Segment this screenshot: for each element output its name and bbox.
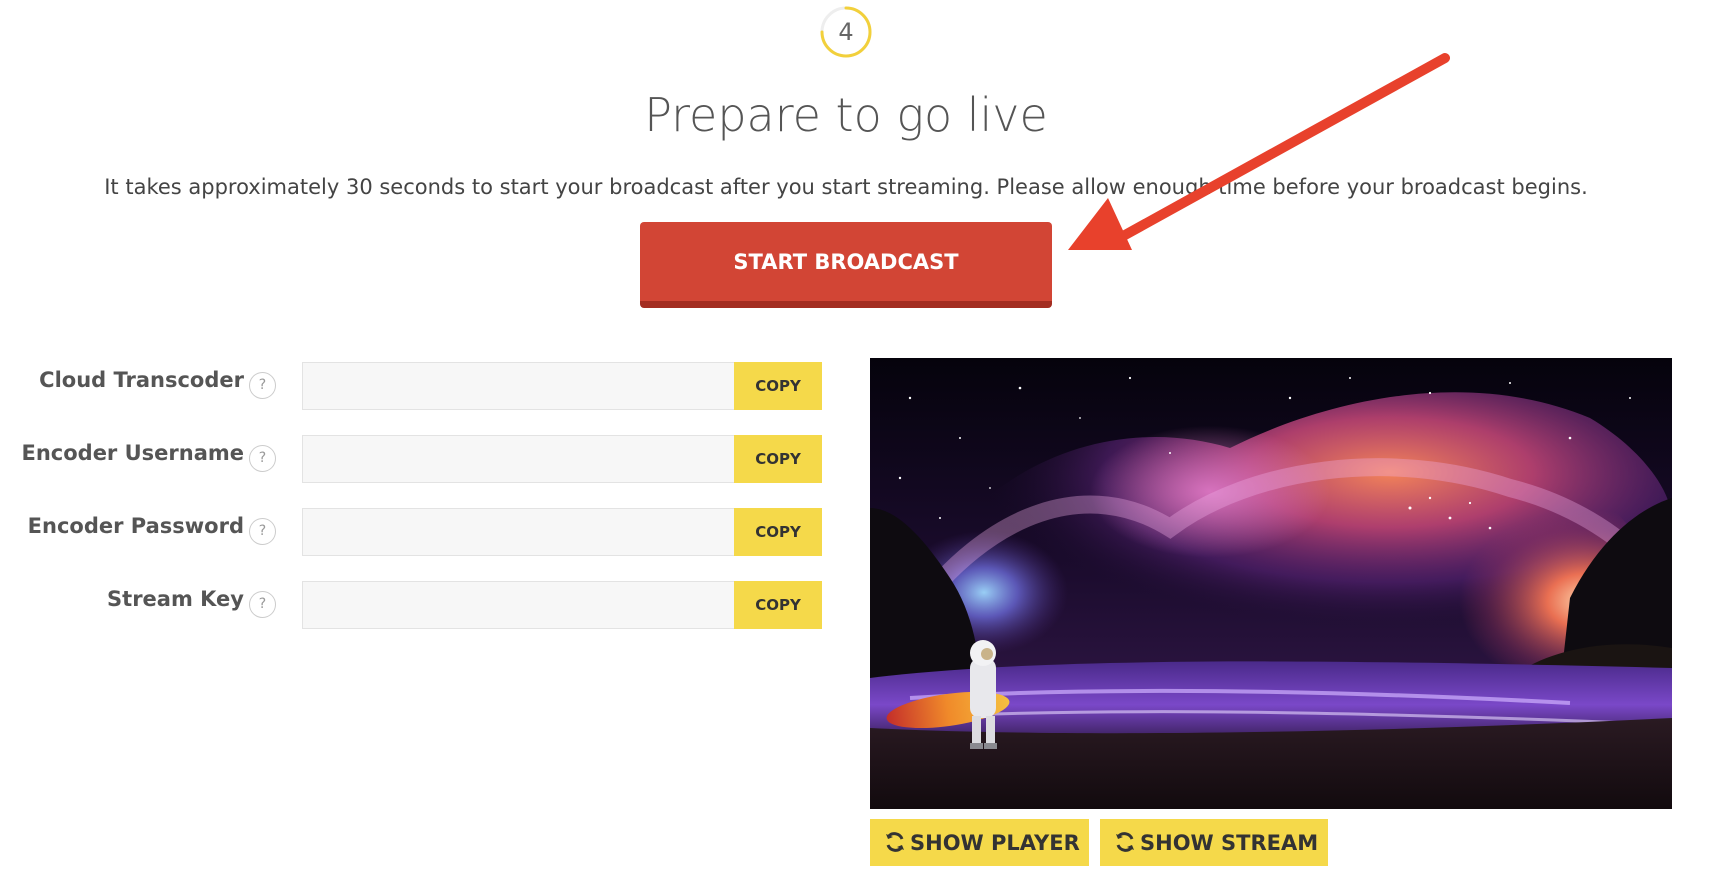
page-title: Prepare to go live [644, 88, 1048, 142]
copy-cloud-transcoder-button[interactable]: COPY [734, 362, 822, 410]
help-icon[interactable]: ? [249, 518, 276, 545]
field-label-stream-key: Stream Key [107, 587, 244, 611]
step-number: 4 [838, 18, 854, 46]
refresh-icon [886, 831, 904, 852]
step-indicator: 4 [819, 5, 873, 59]
encoder-username-input[interactable] [302, 435, 734, 483]
start-broadcast-label: START BROADCAST [733, 249, 959, 274]
encoder-password-input[interactable] [302, 508, 734, 556]
page-subtitle: It takes approximately 30 seconds to sta… [104, 175, 1588, 199]
stream-key-input[interactable] [302, 581, 734, 629]
field-row-encoder-username: Encoder Username ? COPY [0, 435, 830, 483]
copy-encoder-username-button[interactable]: COPY [734, 435, 822, 483]
help-icon[interactable]: ? [249, 591, 276, 618]
copy-encoder-password-button[interactable]: COPY [734, 508, 822, 556]
field-row-encoder-password: Encoder Password ? COPY [0, 508, 830, 556]
nebula-beach-illustration [870, 358, 1672, 809]
show-stream-button[interactable]: SHOW STREAM [1100, 819, 1328, 866]
start-broadcast-button[interactable]: START BROADCAST [640, 222, 1052, 308]
help-icon[interactable]: ? [249, 445, 276, 472]
field-label-encoder-username: Encoder Username [21, 441, 244, 465]
show-stream-label: SHOW STREAM [1140, 830, 1319, 855]
stream-preview-image [870, 358, 1672, 809]
field-label-cloud-transcoder: Cloud Transcoder [39, 368, 244, 392]
field-row-cloud-transcoder: Cloud Transcoder ? COPY [0, 362, 830, 410]
help-icon[interactable]: ? [249, 372, 276, 399]
cloud-transcoder-input[interactable] [302, 362, 734, 410]
field-label-encoder-password: Encoder Password [27, 514, 244, 538]
field-row-stream-key: Stream Key ? COPY [0, 581, 830, 629]
refresh-icon [1116, 831, 1134, 852]
show-player-label: SHOW PLAYER [910, 830, 1080, 855]
show-player-button[interactable]: SHOW PLAYER [870, 819, 1089, 866]
copy-stream-key-button[interactable]: COPY [734, 581, 822, 629]
